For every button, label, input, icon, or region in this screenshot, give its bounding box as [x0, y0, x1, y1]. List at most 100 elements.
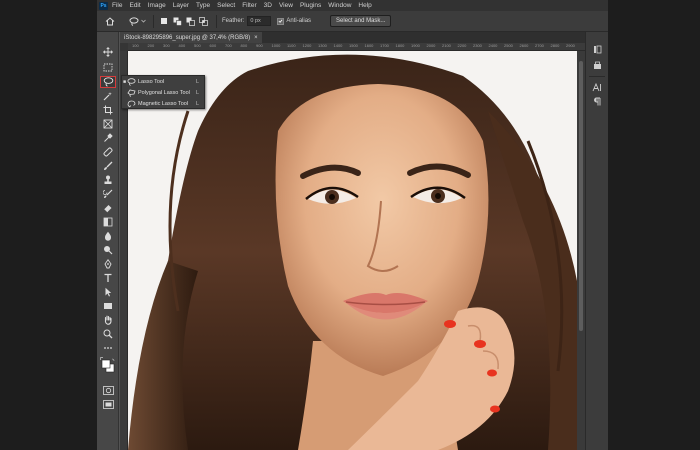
- brush-tool[interactable]: [100, 160, 116, 172]
- magic-wand-tool[interactable]: [100, 90, 116, 102]
- document-canvas[interactable]: [128, 51, 577, 450]
- drop-icon: [104, 231, 112, 241]
- ruler-mark: 1700: [380, 43, 389, 48]
- crop-tool[interactable]: [100, 104, 116, 116]
- flyout-item-polygonal-lasso[interactable]: Polygonal Lasso Tool L: [122, 87, 204, 98]
- history-brush-icon: [103, 189, 113, 198]
- paragraph-panel-button[interactable]: [591, 96, 603, 107]
- new-selection-icon: [161, 18, 167, 24]
- dodge-tool[interactable]: [100, 244, 116, 256]
- lasso-tools-flyout: ■ Lasso Tool L Polygonal Lasso Tool L Ma…: [121, 75, 205, 109]
- menu-edit[interactable]: Edit: [129, 2, 140, 9]
- antialias-label: Anti-alias: [286, 18, 312, 24]
- rectangle-icon: [104, 303, 112, 309]
- edit-toolbar-button[interactable]: [100, 342, 116, 354]
- eyedropper-icon: [104, 133, 113, 142]
- menu-file[interactable]: File: [112, 2, 122, 9]
- healing-brush-tool[interactable]: [100, 146, 116, 158]
- vertical-scrollbar[interactable]: [577, 51, 585, 450]
- ruler-mark: 2700: [535, 43, 544, 48]
- lasso-tool[interactable]: [100, 76, 116, 88]
- intersect-selection-icon: [198, 16, 208, 26]
- menu-plugins[interactable]: Plugins: [300, 2, 321, 9]
- ruler-mark: 1400: [333, 43, 343, 48]
- ruler-mark: 900: [256, 43, 263, 48]
- new-selection-button[interactable]: [159, 16, 169, 26]
- antialias-checkbox[interactable]: [277, 17, 285, 25]
- polygonal-lasso-icon: [127, 88, 136, 97]
- quick-mask-button[interactable]: [100, 384, 116, 396]
- document-tab[interactable]: iStock-898295896_super.jpg @ 37,4% (RGB/…: [120, 32, 262, 43]
- ruler-mark: 2000: [426, 43, 436, 48]
- foreground-background-icon: [100, 357, 115, 373]
- shortcut-key: L: [196, 89, 200, 96]
- subtract-selection-button[interactable]: [185, 16, 195, 26]
- move-tool[interactable]: [100, 46, 116, 58]
- scrollbar-thumb[interactable]: [579, 61, 583, 331]
- libraries-panel-button[interactable]: [591, 44, 603, 55]
- marquee-icon: [103, 63, 113, 71]
- libraries-icon: [593, 45, 601, 54]
- intersect-selection-button[interactable]: [198, 16, 208, 26]
- ruler-mark: 1100: [287, 43, 296, 48]
- menu-type[interactable]: Type: [196, 2, 210, 9]
- magic-wand-icon: [103, 92, 112, 101]
- ruler-mark: 500: [194, 43, 201, 48]
- eraser-icon: [103, 205, 112, 213]
- ruler-mark: 600: [209, 43, 217, 48]
- rectangle-tool[interactable]: [100, 300, 116, 312]
- menu-image[interactable]: Image: [148, 2, 166, 9]
- path-selection-tool[interactable]: [100, 286, 116, 298]
- color-swatches[interactable]: [100, 356, 116, 376]
- panel-dock: [585, 32, 608, 450]
- lasso-icon: [127, 77, 136, 86]
- home-button[interactable]: [101, 14, 119, 29]
- feather-input[interactable]: 0 px: [247, 16, 272, 26]
- tool-preset-picker[interactable]: [126, 15, 148, 28]
- ruler-mark: 200: [147, 43, 155, 48]
- ruler-origin[interactable]: [120, 43, 128, 51]
- menu-layer[interactable]: Layer: [173, 2, 189, 9]
- flyout-item-magnetic-lasso[interactable]: Magnetic Lasso Tool L: [122, 98, 204, 109]
- screen-mode-button[interactable]: [100, 398, 116, 410]
- shortcut-key: L: [196, 78, 200, 85]
- subtract-selection-icon: [186, 17, 195, 26]
- menu-3d[interactable]: 3D: [264, 2, 272, 9]
- eraser-tool[interactable]: [100, 202, 116, 214]
- quick-mask-icon: [102, 385, 114, 395]
- menu-filter[interactable]: Filter: [242, 2, 256, 9]
- shortcut-key: L: [196, 100, 200, 107]
- photoshop-window: Ps File Edit Image Layer Type Select Fil…: [97, 0, 608, 450]
- frame-tool[interactable]: [100, 118, 116, 130]
- zoom-tool[interactable]: [100, 328, 116, 340]
- pen-tool[interactable]: [100, 258, 116, 270]
- close-icon[interactable]: ×: [254, 35, 258, 41]
- type-tool[interactable]: [100, 272, 116, 284]
- hand-tool[interactable]: [100, 314, 116, 326]
- ruler-mark: 1000: [271, 43, 281, 48]
- gradient-tool[interactable]: [100, 216, 116, 228]
- menu-select[interactable]: Select: [217, 2, 235, 9]
- history-brush-tool[interactable]: [100, 188, 116, 200]
- menu-view[interactable]: View: [279, 2, 293, 9]
- tools-panel: [97, 32, 119, 450]
- clone-stamp-tool[interactable]: [100, 174, 116, 186]
- options-divider: [216, 14, 217, 28]
- type-icon: [104, 273, 112, 282]
- character-panel-button[interactable]: [591, 82, 603, 93]
- add-selection-button[interactable]: [172, 16, 182, 26]
- ruler-mark: 2100: [442, 43, 451, 48]
- eyedropper-tool[interactable]: [100, 132, 116, 144]
- blur-tool[interactable]: [100, 230, 116, 242]
- menu-help[interactable]: Help: [358, 2, 371, 9]
- flyout-item-lasso[interactable]: ■ Lasso Tool L: [122, 76, 204, 87]
- flyout-label: Polygonal Lasso Tool: [138, 89, 190, 96]
- magnetic-lasso-icon: [127, 99, 136, 108]
- menu-window[interactable]: Window: [328, 2, 351, 9]
- ruler-mark: 2500: [504, 43, 513, 48]
- ruler-mark: 1200: [302, 43, 312, 48]
- select-and-mask-button[interactable]: Select and Mask...: [330, 15, 392, 27]
- properties-panel-button[interactable]: [591, 60, 603, 71]
- marquee-tool[interactable]: [100, 61, 116, 73]
- move-icon: [103, 47, 113, 57]
